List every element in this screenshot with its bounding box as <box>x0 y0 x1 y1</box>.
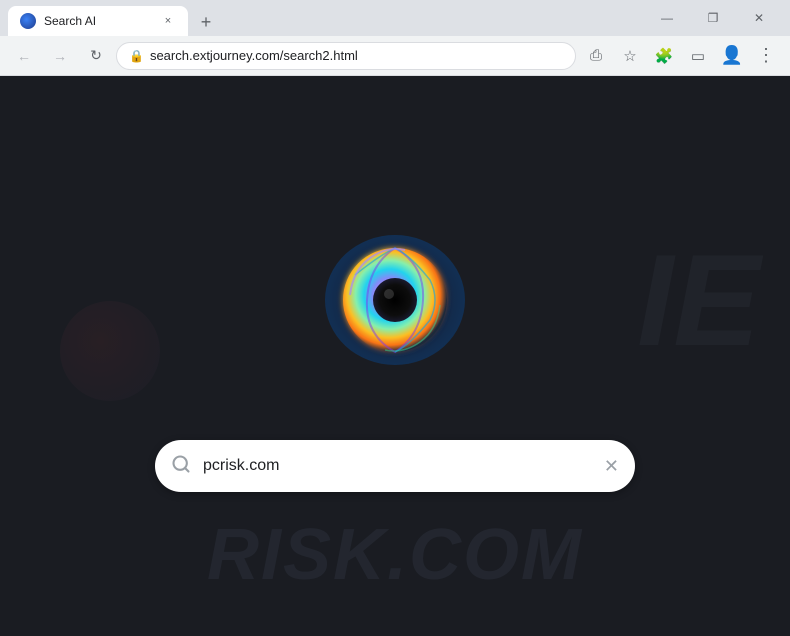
address-text: search.extjourney.com/search2.html <box>150 48 563 63</box>
reload-icon: ↻ <box>90 47 102 64</box>
toolbar-actions: ⎙ ☆ 🧩 ▭ 👤 ⋮ <box>580 40 782 72</box>
search-icon <box>171 454 191 479</box>
watermark-text: RISK.COM <box>207 514 583 596</box>
extension-icon: 🧩 <box>655 47 674 65</box>
bookmark-button[interactable]: ☆ <box>614 40 646 72</box>
window-controls: — ❐ ✕ <box>644 0 782 36</box>
close-button[interactable]: ✕ <box>736 0 782 36</box>
search-container: pcrisk.com ✕ <box>155 440 635 492</box>
reload-button[interactable]: ↻ <box>80 40 112 72</box>
maximize-button[interactable]: ❐ <box>690 0 736 36</box>
new-tab-button[interactable]: + <box>192 8 220 36</box>
media-button[interactable]: ▭ <box>682 40 714 72</box>
page-content: IE <box>0 76 790 636</box>
share-icon: ⎙ <box>590 47 602 64</box>
minimize-icon: — <box>661 11 673 25</box>
eye-logo <box>315 220 475 380</box>
title-bar: Search AI × + — ❐ ✕ <box>0 0 790 36</box>
menu-icon: ⋮ <box>757 45 775 66</box>
maximize-icon: ❐ <box>708 11 719 25</box>
search-bar[interactable]: pcrisk.com ✕ <box>155 440 635 492</box>
profile-button[interactable]: 👤 <box>716 40 748 72</box>
browser-frame: Search AI × + — ❐ ✕ ← → ↻ 🔒 <box>0 0 790 636</box>
forward-button[interactable]: → <box>44 40 76 72</box>
tab-title: Search AI <box>44 14 152 28</box>
search-input[interactable]: pcrisk.com <box>203 457 592 475</box>
profile-icon: 👤 <box>721 45 743 66</box>
address-bar[interactable]: 🔒 search.extjourney.com/search2.html <box>116 42 576 70</box>
extension-button[interactable]: 🧩 <box>648 40 680 72</box>
close-icon: ✕ <box>754 11 764 25</box>
menu-button[interactable]: ⋮ <box>750 40 782 72</box>
search-clear-button[interactable]: ✕ <box>604 456 619 477</box>
back-button[interactable]: ← <box>8 40 40 72</box>
watermark-right-decoration: IE <box>637 225 760 375</box>
tab-close-button[interactable]: × <box>160 13 176 29</box>
media-icon: ▭ <box>691 47 705 65</box>
tab-bar: Search AI × + <box>8 0 644 36</box>
minimize-button[interactable]: — <box>644 0 690 36</box>
lock-icon: 🔒 <box>129 49 144 63</box>
forward-icon: → <box>53 48 67 64</box>
active-tab[interactable]: Search AI × <box>8 6 188 36</box>
watermark-left-decoration <box>60 301 160 401</box>
bookmark-icon: ☆ <box>623 47 636 65</box>
tab-favicon <box>20 13 36 29</box>
share-button[interactable]: ⎙ <box>580 40 612 72</box>
back-icon: ← <box>17 48 31 64</box>
toolbar: ← → ↻ 🔒 search.extjourney.com/search2.ht… <box>0 36 790 76</box>
